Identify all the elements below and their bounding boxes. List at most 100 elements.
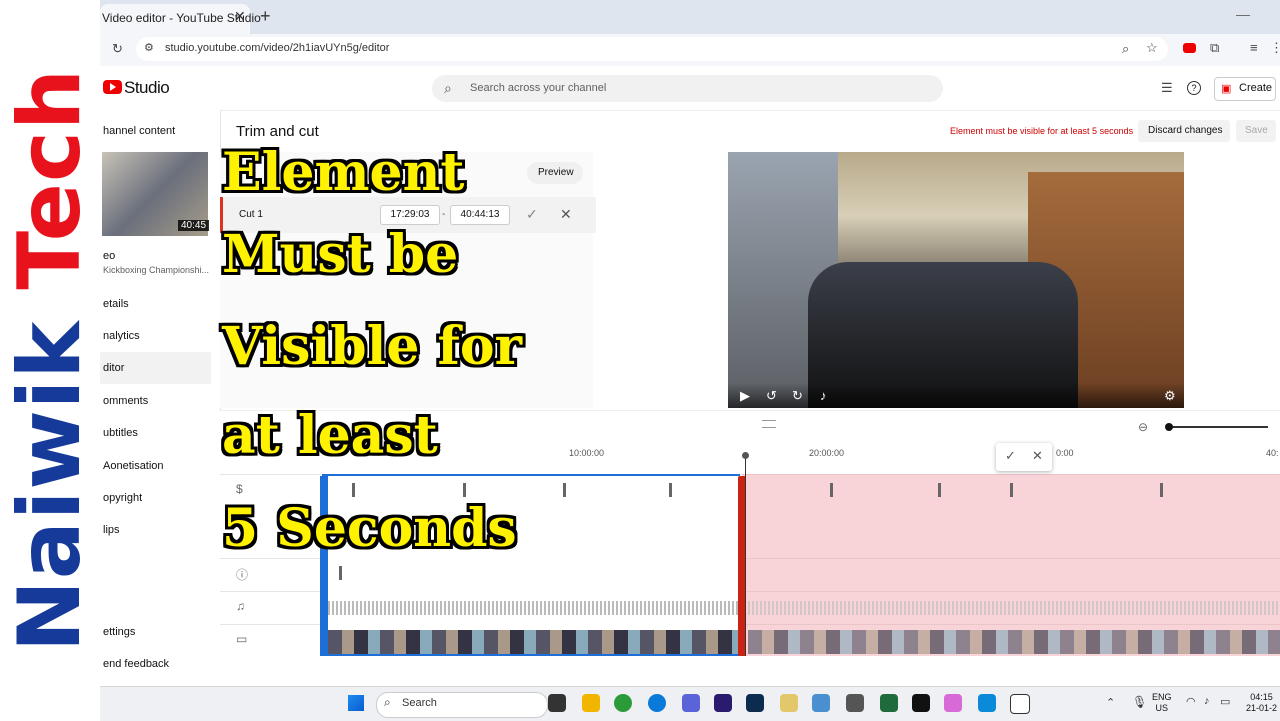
- notepad-icon[interactable]: [780, 694, 798, 712]
- timeline-resize-handle[interactable]: [762, 420, 776, 428]
- language-indicator[interactable]: ENG US: [1152, 692, 1172, 714]
- taskbar-search-label: Search: [402, 697, 437, 709]
- channel-content-link[interactable]: hannel content: [103, 125, 175, 137]
- sidebar-item-comments[interactable]: omments: [103, 395, 148, 407]
- new-tab-icon[interactable]: +: [260, 6, 271, 27]
- close-tab-icon[interactable]: ✕: [234, 8, 246, 25]
- studio-logo-text[interactable]: Studio: [124, 78, 170, 98]
- ruler-tick: 20:00:00: [809, 448, 845, 458]
- zoom-icon[interactable]: ⌕: [1122, 41, 1129, 57]
- file-explorer-icon[interactable]: [582, 694, 600, 712]
- help-icon[interactable]: ?: [1187, 81, 1201, 95]
- cut-region[interactable]: [742, 474, 1280, 656]
- wifi-icon[interactable]: ◠: [1186, 695, 1196, 708]
- ad-marker[interactable]: [563, 483, 566, 497]
- youtube-play-icon: [110, 83, 116, 91]
- caption-line: 5 Seconds: [222, 498, 517, 559]
- preview-label: Preview: [538, 167, 574, 178]
- video-preview[interactable]: [728, 152, 1184, 408]
- battery-icon[interactable]: ▭: [1220, 695, 1230, 708]
- sidebar-item-copyright[interactable]: opyright: [103, 492, 142, 504]
- cut-range-dash: -: [442, 209, 446, 220]
- sidebar-item-subtitles[interactable]: ubtitles: [103, 427, 138, 439]
- cut-label: Cut 1: [239, 209, 263, 220]
- playhead-knob[interactable]: [742, 452, 749, 459]
- clock[interactable]: 04:15 21-01-2: [1246, 692, 1277, 714]
- audio-waveform: [328, 601, 738, 615]
- zoom-slider-track[interactable]: [1168, 426, 1268, 428]
- capcut-icon[interactable]: [912, 694, 930, 712]
- subtitles-icon[interactable]: ☰: [1161, 80, 1173, 96]
- tray-chevron-icon[interactable]: ⌃: [1106, 696, 1115, 709]
- url-text[interactable]: studio.youtube.com/video/2h1iavUYn5g/edi…: [165, 42, 389, 54]
- copilot-icon[interactable]: [944, 694, 962, 712]
- calculator-icon[interactable]: [846, 694, 864, 712]
- create-label: Create: [1239, 82, 1273, 94]
- ruler-tick: 10:00:00: [569, 448, 605, 458]
- clock-time: 04:15: [1250, 692, 1273, 702]
- sidebar-item-send-feedback[interactable]: end feedback: [103, 658, 169, 670]
- clock-date: 21-01-2: [1246, 703, 1278, 713]
- discard-changes-label: Discard changes: [1148, 125, 1223, 136]
- sidebar-item-analytics[interactable]: nalytics: [103, 330, 140, 342]
- confirm-cut-check-icon[interactable]: ✓: [526, 206, 538, 223]
- playhead[interactable]: [745, 456, 746, 656]
- settings-gear-icon[interactable]: ⚙: [1164, 388, 1176, 404]
- ad-marker[interactable]: [1160, 483, 1163, 497]
- site-info-icon[interactable]: ⚙: [144, 41, 154, 54]
- sidebar-item-settings[interactable]: ettings: [103, 626, 135, 638]
- rewind-10-icon[interactable]: ↺: [766, 388, 777, 404]
- edge-icon[interactable]: [648, 694, 666, 712]
- brand-name-part1: Naiwik: [0, 289, 100, 653]
- video-title: Kickboxing Championshi...: [103, 265, 210, 275]
- audio-note-icon: ♫: [236, 599, 245, 613]
- app-icon-green[interactable]: [880, 694, 898, 712]
- cancel-cut-close-icon[interactable]: ✕: [560, 206, 572, 223]
- reading-list-icon[interactable]: ≡: [1250, 40, 1258, 55]
- photoshop-icon[interactable]: [746, 694, 764, 712]
- remote-icon[interactable]: [978, 694, 996, 712]
- caption-line: Element: [222, 142, 465, 203]
- ad-marker[interactable]: [463, 483, 466, 497]
- taskbar-search-icon: ⌕: [384, 695, 391, 709]
- sidebar-item-details[interactable]: etails: [103, 298, 129, 310]
- sidebar-item-editor[interactable]: ditor: [103, 362, 124, 374]
- cancel-close-icon[interactable]: ✕: [1032, 448, 1043, 464]
- ad-marker[interactable]: [1010, 483, 1013, 497]
- extensions-icon[interactable]: ⧉: [1210, 40, 1219, 56]
- bookmark-star-icon[interactable]: ☆: [1146, 40, 1158, 56]
- info-marker[interactable]: [339, 566, 342, 580]
- video-filmstrip-cut: [748, 630, 1280, 654]
- reload-icon[interactable]: ↻: [112, 41, 123, 57]
- menu-icon[interactable]: ⋮: [1270, 40, 1280, 56]
- notion-icon[interactable]: [1010, 694, 1030, 714]
- chrome-icon[interactable]: [614, 694, 632, 712]
- premiere-icon[interactable]: [714, 694, 732, 712]
- ad-marker[interactable]: [938, 483, 941, 497]
- ruler-tick: 40:: [1266, 448, 1279, 458]
- snipping-tool-icon[interactable]: [812, 694, 830, 712]
- youtube-extension-icon[interactable]: [1183, 43, 1196, 53]
- cut-start-input[interactable]: 17:29:03: [380, 205, 440, 225]
- ad-marker[interactable]: [669, 483, 672, 497]
- page-title: Trim and cut: [236, 123, 319, 140]
- app-icon[interactable]: [682, 694, 700, 712]
- volume-tray-icon[interactable]: ♪: [1204, 695, 1210, 707]
- zoom-out-icon[interactable]: ⊖: [1138, 420, 1148, 434]
- volume-icon[interactable]: ♪: [820, 388, 827, 403]
- microphone-icon[interactable]: 🎙: [1132, 695, 1147, 709]
- forward-10-icon[interactable]: ↻: [792, 388, 803, 404]
- play-icon[interactable]: ▶: [740, 388, 750, 404]
- video-track-icon: ▭: [236, 632, 248, 646]
- zoom-slider-knob[interactable]: [1165, 423, 1173, 431]
- lang-bottom: US: [1155, 703, 1169, 713]
- cut-end-input[interactable]: 40:44:13: [450, 205, 510, 225]
- confirm-check-icon[interactable]: ✓: [1005, 448, 1016, 464]
- minimize-icon[interactable]: —: [1236, 6, 1250, 22]
- sidebar-item-clips[interactable]: lips: [103, 524, 120, 536]
- sidebar-item-monetisation[interactable]: Aonetisation: [103, 460, 164, 472]
- start-windows-icon[interactable]: [348, 695, 364, 711]
- ad-marker[interactable]: [830, 483, 833, 497]
- ad-marker[interactable]: [352, 483, 355, 497]
- task-view-icon[interactable]: [548, 694, 566, 712]
